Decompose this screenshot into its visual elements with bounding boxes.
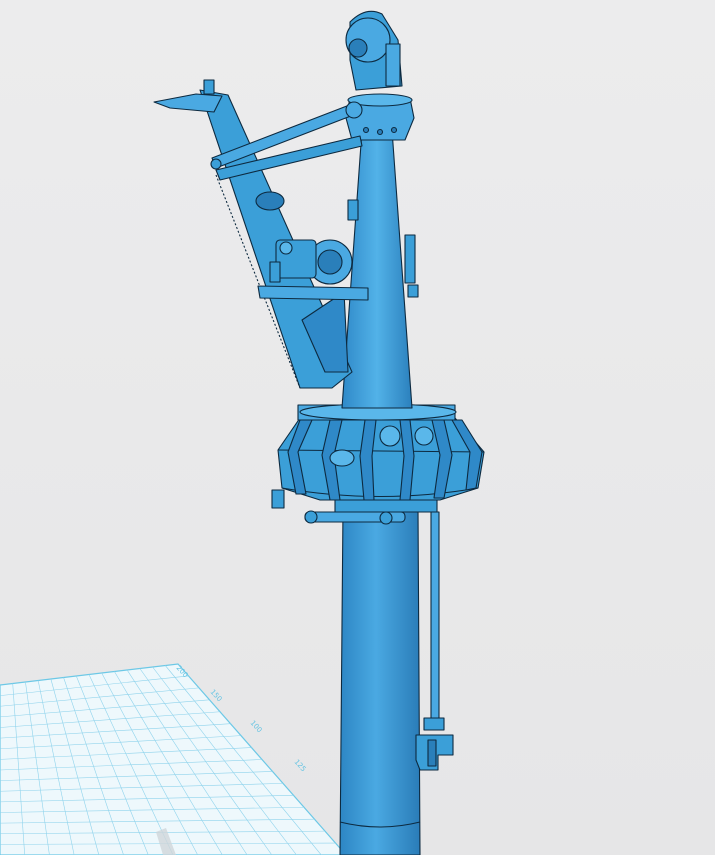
boom-tip [153,93,223,113]
grid-tick-label: 125 [293,758,308,773]
grid-tick-label: 100 [249,719,264,734]
main-mast [339,507,421,855]
side-rod [430,511,440,725]
tapered-column [341,129,413,409]
motor-platform [257,285,369,301]
turntable-ring [277,417,485,501]
3d-model-viewport[interactable]: 200 150 100 125 [0,0,715,855]
workplane-grid: 200 150 100 125 [0,663,347,855]
model-scene[interactable]: 200 150 100 125 [0,0,715,855]
